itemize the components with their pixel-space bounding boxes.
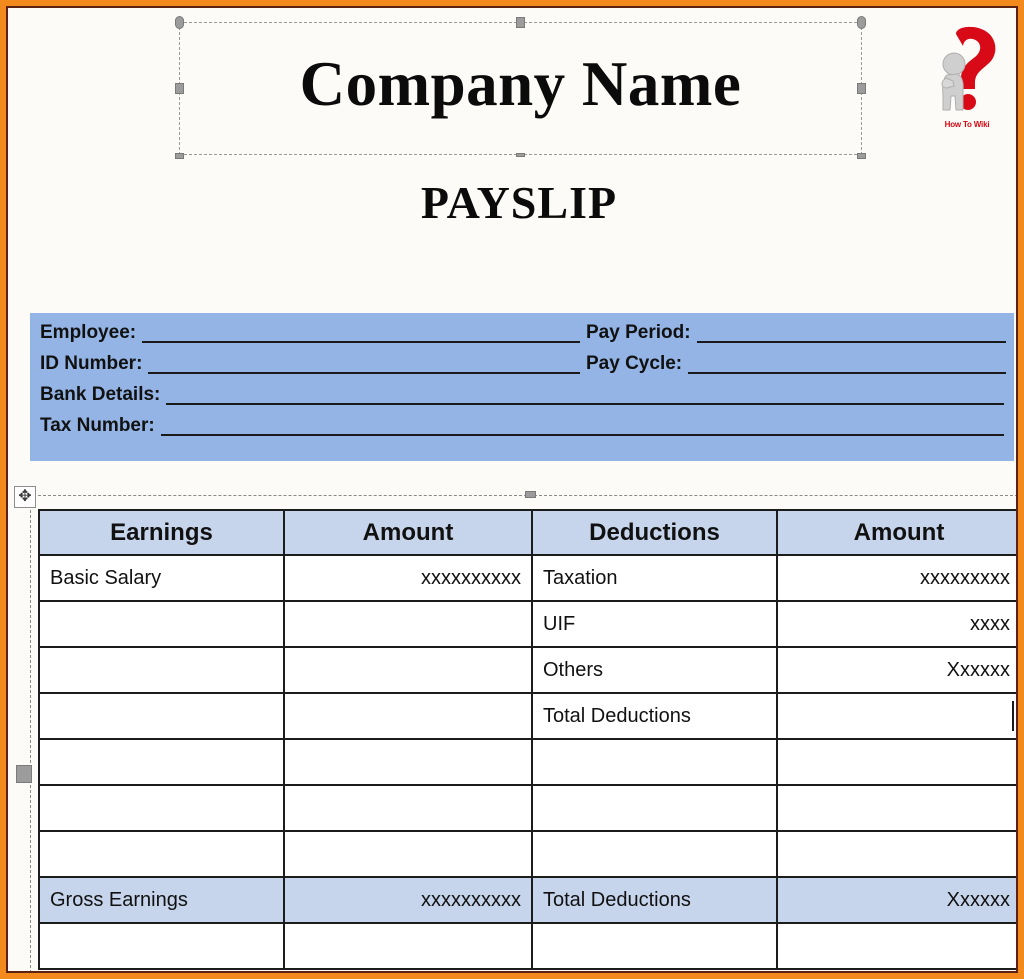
info-row-pay-cycle: Pay Cycle:	[586, 352, 1006, 383]
cell-deductions-amount[interactable]: Xxxxxx	[776, 646, 1016, 694]
header-earnings: Earnings	[38, 509, 285, 556]
cell-deductions-amount[interactable]	[776, 692, 1016, 740]
cell-earnings[interactable]: Gross Earnings	[38, 876, 285, 924]
info-row-id-number: ID Number:	[40, 352, 580, 383]
cell-deductions[interactable]: Total Deductions	[531, 692, 778, 740]
table-row[interactable]: Gross Earnings xxxxxxxxxx Total Deductions…	[38, 876, 1016, 924]
pay-period-label: Pay Period:	[586, 322, 691, 343]
header-deductions-amount: Amount	[776, 509, 1016, 556]
cell-deductions-amount[interactable]	[776, 784, 1016, 832]
company-name-text: Company Name	[299, 49, 742, 119]
table-row[interactable]	[38, 830, 1016, 878]
table-row[interactable]: Others Xxxxxx	[38, 646, 1016, 694]
info-row-bank-details: Bank Details:	[40, 383, 1004, 414]
cell-earnings[interactable]	[38, 784, 285, 832]
table-row[interactable]: UIF xxxx	[38, 600, 1016, 648]
cell-earnings-amount[interactable]	[283, 922, 533, 970]
id-number-input-line[interactable]	[148, 352, 580, 374]
selection-handle-top-center[interactable]	[515, 17, 525, 28]
selection-handle-middle-left[interactable]	[175, 82, 184, 94]
selection-handle-middle-right[interactable]	[857, 82, 866, 94]
selection-handle-top-left[interactable]	[175, 16, 184, 29]
payslip-heading: PAYSLIP	[420, 177, 618, 228]
cell-earnings-amount[interactable]	[283, 600, 533, 648]
cell-earnings-amount[interactable]: xxxxxxxxxx	[283, 554, 533, 602]
pay-cycle-input-line[interactable]	[688, 352, 1006, 374]
payslip-table[interactable]: Earnings Amount Deductions Amount Basic …	[38, 509, 1016, 970]
cell-earnings[interactable]	[38, 692, 285, 740]
table-row[interactable]	[38, 922, 1016, 970]
selection-handle-bottom-right[interactable]	[857, 153, 866, 159]
cell-deductions-amount[interactable]	[776, 922, 1016, 970]
cell-earnings[interactable]	[38, 738, 285, 786]
cell-deductions[interactable]: Taxation	[531, 554, 778, 602]
document-page: Company Name PAYSLIP How To Wiki Employe…	[8, 8, 1016, 971]
bank-details-label: Bank Details:	[40, 384, 161, 405]
table-left-resize-handle[interactable]	[16, 765, 32, 783]
info-row-tax-number: Tax Number:	[40, 414, 1004, 445]
cell-deductions[interactable]: Total Deductions	[531, 876, 778, 924]
cell-earnings-amount[interactable]	[283, 738, 533, 786]
tax-number-label: Tax Number:	[40, 415, 155, 436]
cell-earnings-amount[interactable]	[283, 646, 533, 694]
info-row-pay-period: Pay Period:	[586, 321, 1006, 352]
id-number-label: ID Number:	[40, 353, 143, 374]
cell-deductions[interactable]	[531, 922, 778, 970]
table-row[interactable]	[38, 784, 1016, 832]
employee-label: Employee:	[40, 322, 137, 343]
cell-earnings-amount[interactable]	[283, 692, 533, 740]
question-mark-icon	[941, 26, 996, 111]
cell-deductions[interactable]	[531, 784, 778, 832]
cell-deductions-amount[interactable]	[776, 738, 1016, 786]
cell-earnings[interactable]	[38, 830, 285, 878]
cell-deductions-amount[interactable]: xxxx	[776, 600, 1016, 648]
logo-caption: How To Wiki	[944, 120, 990, 129]
table-row[interactable]: Total Deductions	[38, 692, 1016, 740]
table-top-selection-marker[interactable]	[525, 491, 536, 498]
selection-handle-top-right[interactable]	[857, 16, 866, 29]
info-row-employee: Employee:	[40, 321, 580, 352]
table-selection-dashed-left	[30, 495, 31, 971]
cell-deductions-amount[interactable]: xxxxxxxxx	[776, 554, 1016, 602]
cell-earnings[interactable]	[38, 922, 285, 970]
cell-earnings-amount[interactable]	[283, 830, 533, 878]
pay-period-input-line[interactable]	[696, 321, 1006, 343]
cell-earnings-amount[interactable]: xxxxxxxxxx	[283, 876, 533, 924]
company-name-textbox[interactable]: Company Name	[175, 16, 866, 159]
table-move-handle-icon[interactable]: ✥	[14, 486, 36, 508]
cell-deductions[interactable]: UIF	[531, 600, 778, 648]
cell-deductions-amount[interactable]: Xxxxxx	[776, 876, 1016, 924]
cell-deductions[interactable]: Others	[531, 646, 778, 694]
how-to-wiki-logo: How To Wiki	[930, 26, 1004, 130]
decorative-page-frame: Company Name PAYSLIP How To Wiki Employe…	[0, 0, 1024, 979]
cell-earnings[interactable]: Basic Salary	[38, 554, 285, 602]
table-header-row: Earnings Amount Deductions Amount	[38, 509, 1016, 556]
employee-input-line[interactable]	[142, 321, 580, 343]
selection-handle-bottom-center[interactable]	[515, 153, 525, 157]
table-row[interactable]	[38, 738, 1016, 786]
pay-cycle-label: Pay Cycle:	[586, 353, 683, 374]
bank-details-input-line[interactable]	[166, 383, 1004, 405]
selection-handle-bottom-left[interactable]	[175, 153, 184, 159]
cell-deductions[interactable]	[531, 830, 778, 878]
header-earnings-amount: Amount	[283, 509, 533, 556]
text-cursor-caret	[1012, 701, 1014, 731]
employee-info-panel: Employee: ID Number: Bank Details: Tax N…	[30, 313, 1014, 461]
cell-deductions[interactable]	[531, 738, 778, 786]
cell-deductions-amount[interactable]	[776, 830, 1016, 878]
cell-earnings[interactable]	[38, 600, 285, 648]
header-deductions: Deductions	[531, 509, 778, 556]
table-body: Basic Salary xxxxxxxxxx Taxation xxxxxxxxx U…	[38, 554, 1016, 970]
frame-inner-border: Company Name PAYSLIP How To Wiki Employe…	[6, 6, 1018, 973]
table-row[interactable]: Basic Salary xxxxxxxxxx Taxation xxxxxxxxx	[38, 554, 1016, 602]
tax-number-input-line[interactable]	[160, 414, 1004, 436]
cell-earnings[interactable]	[38, 646, 285, 694]
cell-earnings-amount[interactable]	[283, 784, 533, 832]
figure-head	[942, 52, 966, 76]
